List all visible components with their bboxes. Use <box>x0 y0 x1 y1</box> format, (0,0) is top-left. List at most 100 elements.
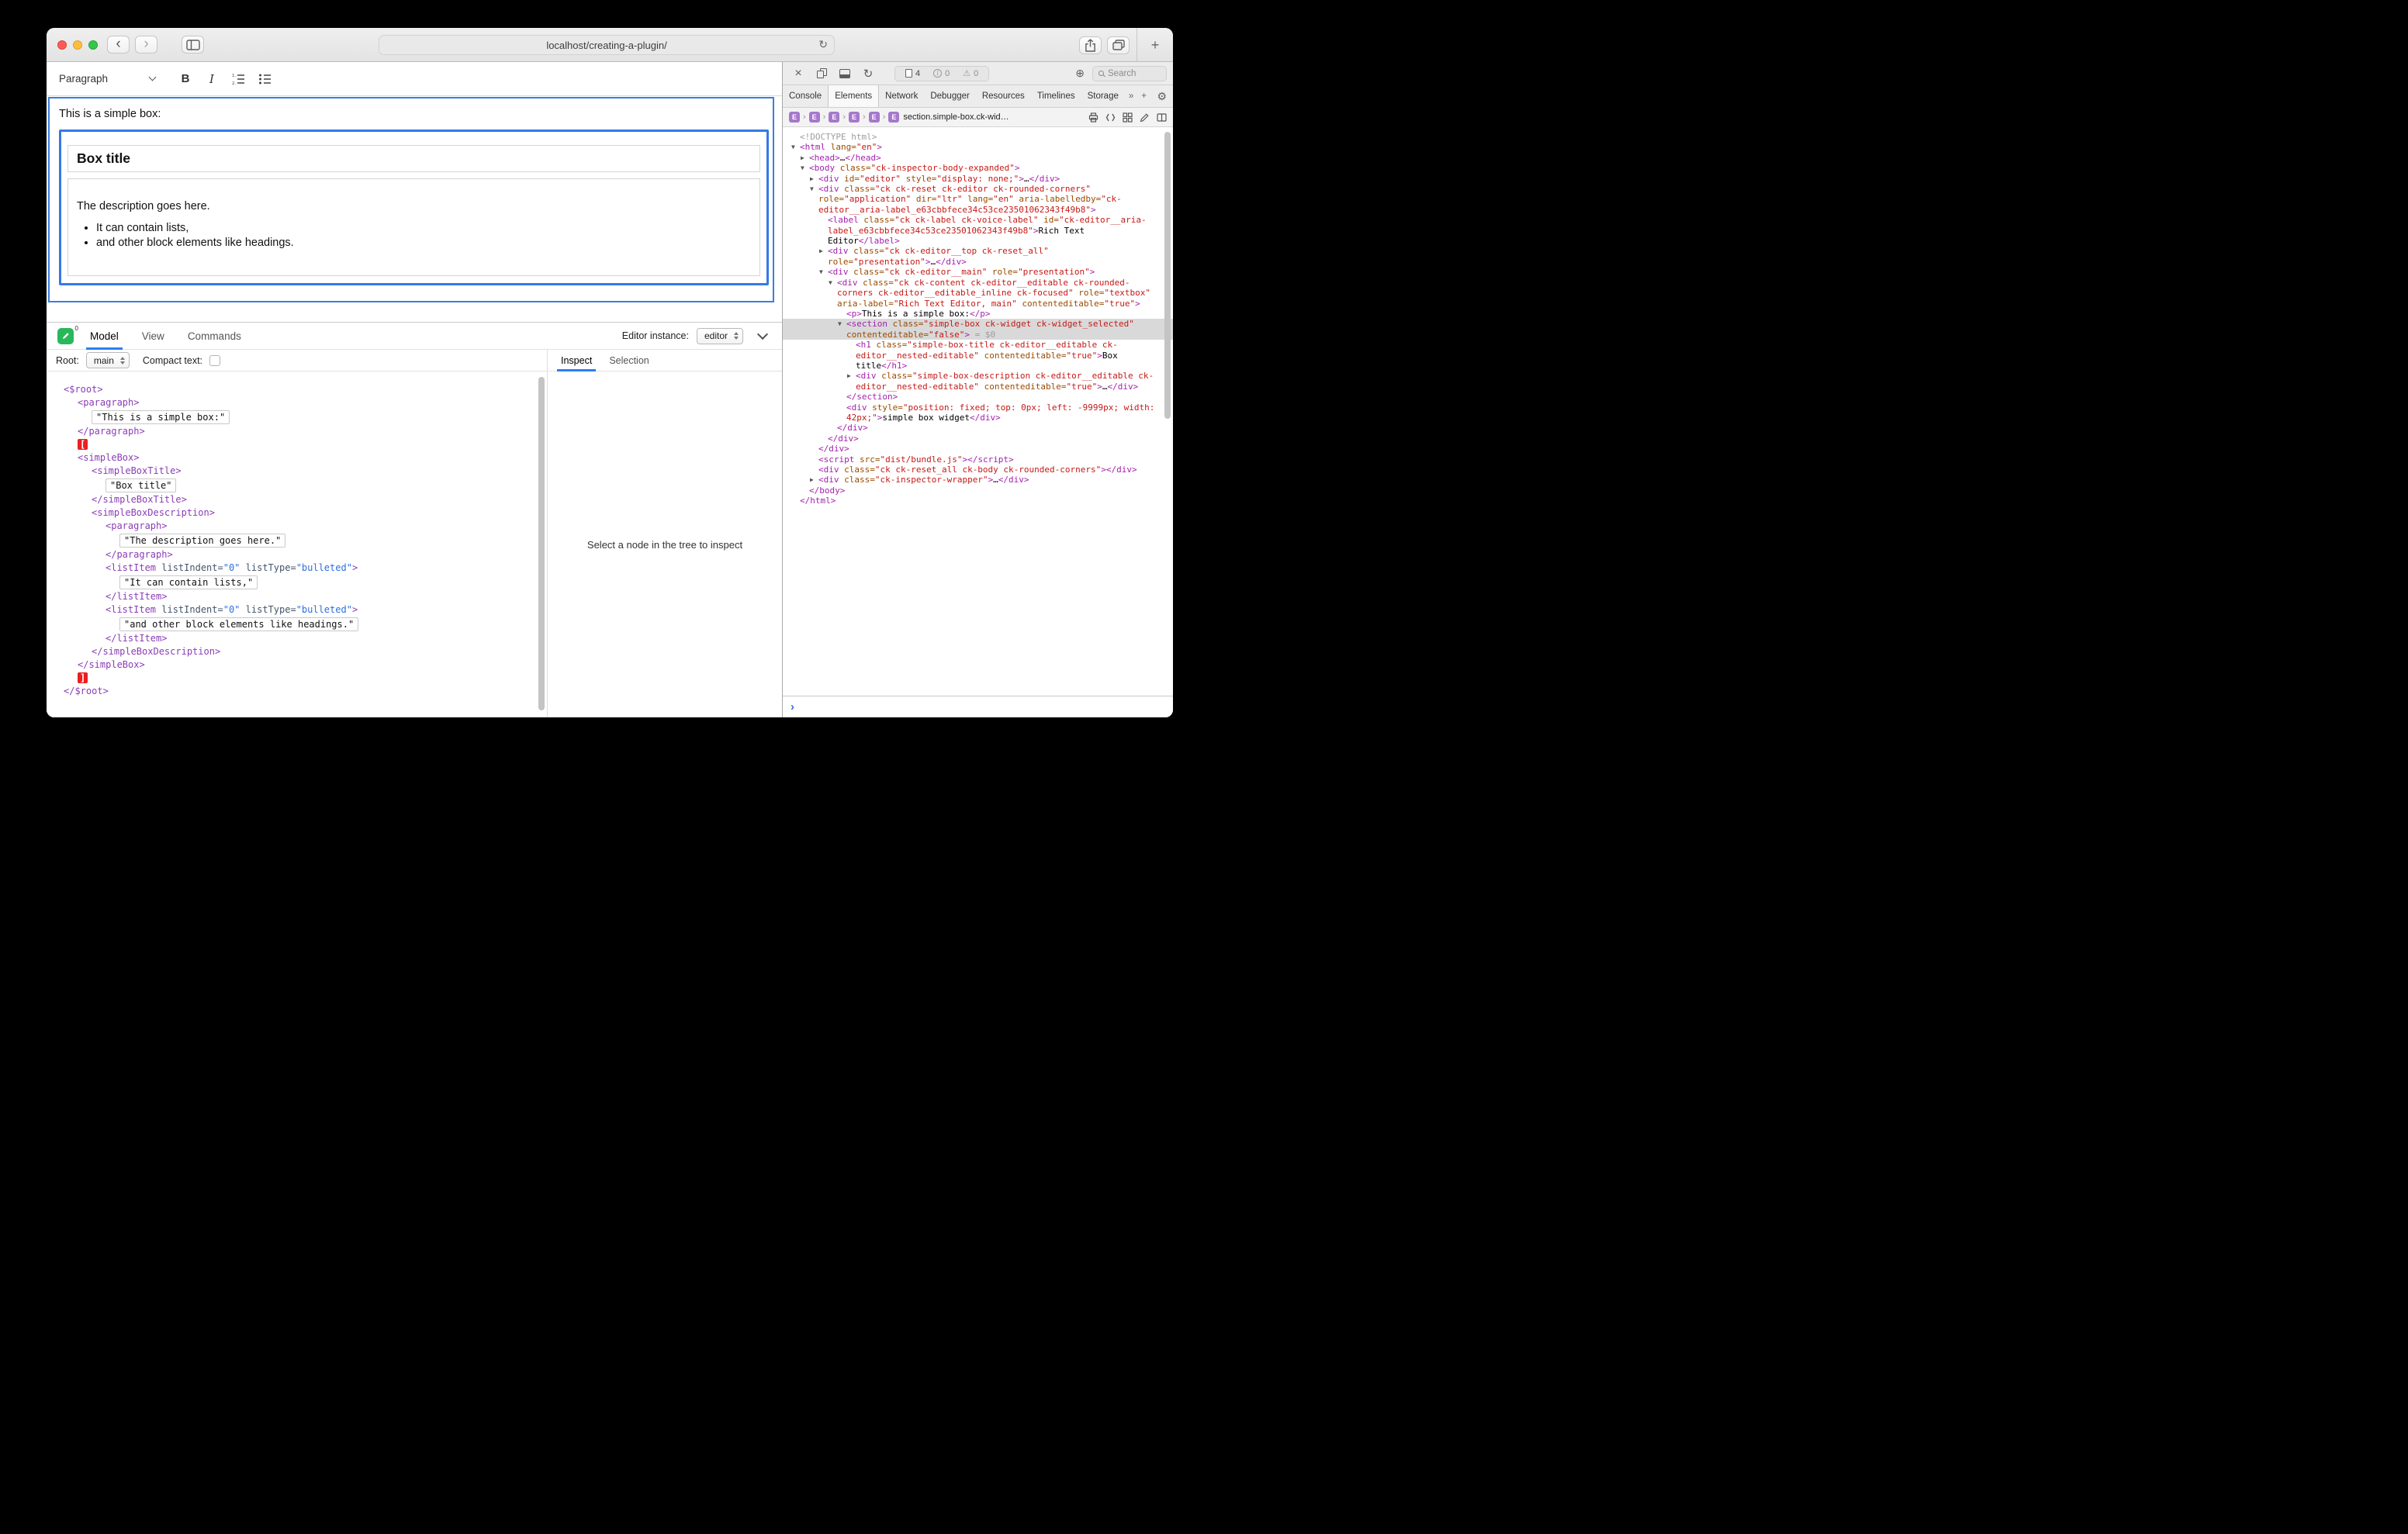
show-source-icon[interactable] <box>1105 112 1116 123</box>
code-line[interactable]: <$root> <box>54 383 539 396</box>
italic-button[interactable]: I <box>199 67 225 91</box>
split-view-icon[interactable] <box>1157 112 1167 123</box>
devtools-tab-console[interactable]: Console <box>783 85 828 107</box>
devtools-search-field[interactable]: Search <box>1092 66 1167 81</box>
code-line[interactable]: ▼<html lang="en"> <box>783 142 1173 152</box>
code-line[interactable]: <!DOCTYPE html> <box>783 132 1173 142</box>
code-line[interactable]: "Box title" <box>54 478 539 493</box>
element-crumb-icon[interactable]: E <box>829 112 839 123</box>
code-line[interactable]: <label class="ck ck-label ck-voice-label… <box>783 215 1173 246</box>
code-line[interactable]: </section> <box>783 392 1173 402</box>
code-line[interactable]: </listItem> <box>54 632 539 645</box>
element-crumb-icon[interactable]: E <box>809 112 820 123</box>
numbered-list-button[interactable]: 1.2. <box>225 67 251 91</box>
reload-icon[interactable]: ↻ <box>818 38 828 51</box>
editor-instance-select[interactable]: editor <box>697 328 743 344</box>
quick-console[interactable]: › <box>783 696 1173 717</box>
code-line[interactable]: ▼<div class="ck ck-editor__main" role="p… <box>783 267 1173 277</box>
code-line[interactable]: <simpleBoxTitle> <box>54 465 539 478</box>
devtools-tab-storage[interactable]: Storage <box>1081 85 1125 107</box>
code-line[interactable]: </listItem> <box>54 590 539 603</box>
code-line[interactable]: "This is a simple box:" <box>54 409 539 425</box>
code-line[interactable]: ▼<body class="ck-inspector-body-expanded… <box>783 163 1173 173</box>
code-line[interactable]: </$root> <box>54 685 539 698</box>
code-line[interactable]: <simpleBoxDescription> <box>54 506 539 520</box>
bulleted-list-button[interactable] <box>251 67 278 91</box>
grid-overlay-icon[interactable] <box>1123 112 1133 123</box>
element-crumb-icon[interactable]: E <box>888 112 899 123</box>
code-line[interactable]: <simpleBox> <box>54 451 539 465</box>
code-line[interactable]: "and other block elements like headings.… <box>54 617 539 632</box>
code-line[interactable]: ▼<div class="ck ck-reset ck-editor ck-ro… <box>783 184 1173 215</box>
add-tab-button[interactable]: + <box>1137 85 1150 107</box>
devtools-tab-network[interactable]: Network <box>879 85 924 107</box>
resource-count[interactable]: 4 <box>905 69 920 78</box>
dom-tree-scrollbar[interactable] <box>1164 132 1171 419</box>
tab-selection[interactable]: Selection <box>600 350 657 371</box>
breadcrumb-current-node[interactable]: section.simple-box.ck-wid… <box>903 112 1009 122</box>
address-bar[interactable]: localhost/creating-a-plugin/ ↻ <box>379 35 835 55</box>
code-line[interactable]: ▶<div id="editor" style="display: none;"… <box>783 174 1173 184</box>
devtools-tab-elements[interactable]: Elements <box>828 85 879 107</box>
element-crumb-icon[interactable]: E <box>849 112 860 123</box>
code-line[interactable]: </body> <box>783 485 1173 496</box>
new-tab-button[interactable]: + <box>1143 33 1167 57</box>
sidebar-button[interactable] <box>182 36 204 54</box>
code-line[interactable]: </div> <box>783 423 1173 433</box>
editor-paragraph[interactable]: This is a simple box: <box>59 108 769 120</box>
simple-box-description[interactable]: The description goes here. It can contai… <box>67 178 760 276</box>
element-picker-button[interactable]: ⊕ <box>1075 67 1085 80</box>
root-select[interactable]: main <box>86 352 130 368</box>
copy-button[interactable] <box>812 65 831 82</box>
tab-view[interactable]: View <box>130 323 176 349</box>
code-line[interactable]: </simpleBoxDescription> <box>54 645 539 658</box>
tab-overview-button[interactable] <box>1107 36 1130 54</box>
share-button[interactable] <box>1079 36 1102 54</box>
close-window-button[interactable] <box>57 40 67 50</box>
zoom-window-button[interactable] <box>88 40 98 50</box>
back-button[interactable]: ‹ <box>107 36 130 54</box>
code-line[interactable]: <paragraph> <box>54 396 539 409</box>
code-line[interactable]: <div style="position: fixed; top: 0px; l… <box>783 403 1173 423</box>
code-line[interactable]: <div class="ck ck-reset_all ck-body ck-r… <box>783 465 1173 475</box>
paragraph-style-dropdown[interactable]: Paragraph <box>59 67 155 91</box>
model-tree-scrollbar[interactable] <box>538 377 545 710</box>
code-line[interactable]: <listItem listIndent="0" listType="bulle… <box>54 603 539 617</box>
devtools-tab-timelines[interactable]: Timelines <box>1031 85 1081 107</box>
bold-button[interactable]: B <box>172 67 199 91</box>
warning-count[interactable]: ⚠ 0 <box>963 68 978 78</box>
code-line[interactable]: [ <box>54 438 539 451</box>
compact-text-checkbox[interactable] <box>209 355 220 366</box>
code-line[interactable]: <h1 class="simple-box-title ck-editor__e… <box>783 340 1173 371</box>
code-line[interactable]: <p>This is a simple box:</p> <box>783 309 1173 319</box>
code-line[interactable]: </html> <box>783 496 1173 506</box>
devtools-tab-resources[interactable]: Resources <box>976 85 1031 107</box>
error-count[interactable]: i 0 <box>933 69 950 78</box>
edit-icon[interactable] <box>1140 112 1150 123</box>
simple-box-widget[interactable]: Box title The description goes here. It … <box>59 130 769 285</box>
collapse-inspector-icon[interactable] <box>757 329 768 340</box>
element-crumb-icon[interactable]: E <box>789 112 800 123</box>
code-line[interactable]: ▼<section class="simple-box ck-widget ck… <box>783 319 1173 340</box>
element-crumb-icon[interactable]: E <box>869 112 880 123</box>
tab-commands[interactable]: Commands <box>176 323 253 349</box>
code-line[interactable]: "The description goes here." <box>54 533 539 548</box>
code-line[interactable]: <paragraph> <box>54 520 539 533</box>
code-line[interactable]: </div> <box>783 444 1173 454</box>
tab-model[interactable]: Model <box>78 323 130 349</box>
settings-button[interactable]: ⚙ <box>1150 85 1173 107</box>
code-line[interactable]: </div> <box>783 434 1173 444</box>
code-line[interactable]: ▶<div class="ck-inspector-wrapper">…</di… <box>783 475 1173 485</box>
code-line[interactable]: </paragraph> <box>54 425 539 438</box>
code-line[interactable]: ▶<head>…</head> <box>783 153 1173 163</box>
dock-button[interactable] <box>836 65 854 82</box>
code-line[interactable]: ▼<div class="ck ck-content ck-editor__ed… <box>783 278 1173 309</box>
code-line[interactable]: "It can contain lists," <box>54 575 539 590</box>
code-line[interactable]: </paragraph> <box>54 548 539 561</box>
reload-page-button[interactable]: ↻ <box>859 65 877 82</box>
code-line[interactable]: ] <box>54 672 539 685</box>
devtools-tab-debugger[interactable]: Debugger <box>924 85 976 107</box>
close-devtools-button[interactable]: × <box>789 65 808 82</box>
simple-box-title[interactable]: Box title <box>67 145 760 172</box>
tab-overflow-button[interactable]: » <box>1125 85 1137 107</box>
